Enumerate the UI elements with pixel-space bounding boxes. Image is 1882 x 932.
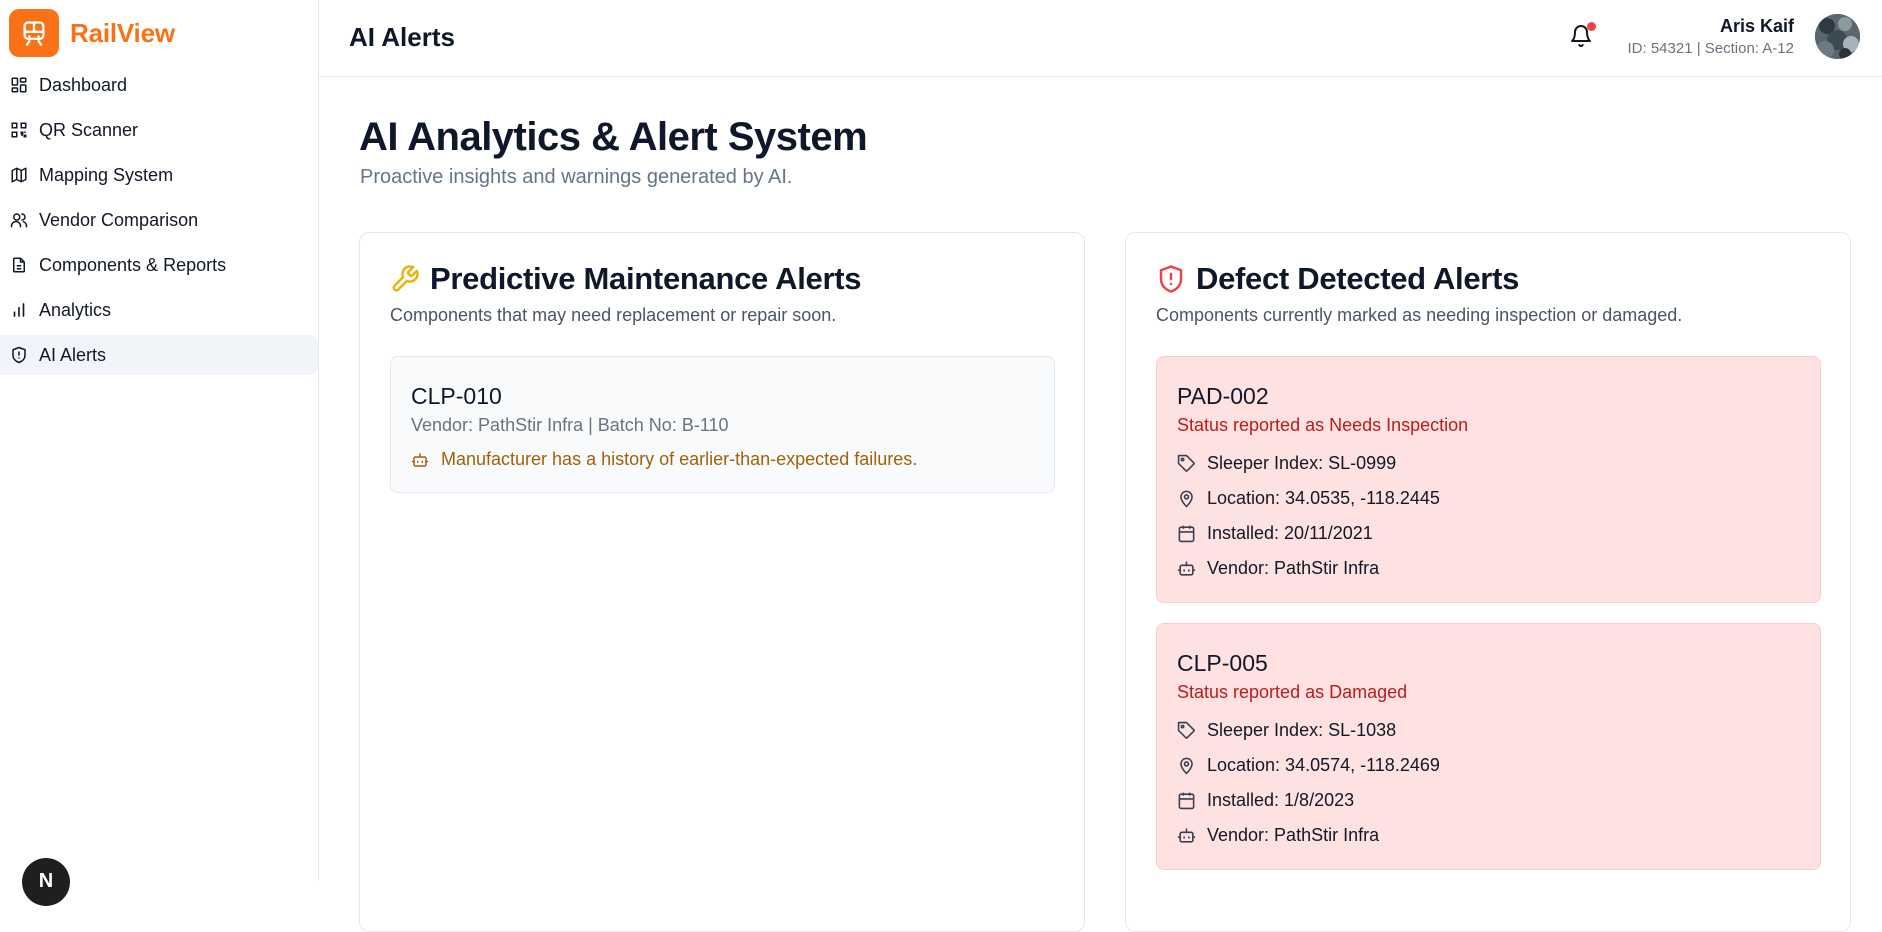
bot-icon — [1177, 828, 1196, 843]
sidebar-item-mapping-system[interactable]: Mapping System — [0, 155, 318, 195]
component-vendor-batch: Vendor: PathStir Infra | Batch No: B-110 — [411, 415, 729, 435]
sidebar-item-components-reports[interactable]: Components & Reports — [0, 245, 318, 285]
predictive-alert-card[interactable]: CLP-010 Vendor: PathStir Infra | Batch N… — [390, 356, 1055, 493]
panel-header: Defect Detected Alerts — [1156, 261, 1519, 297]
panel-header: Predictive Maintenance Alerts — [390, 261, 862, 297]
predictive-maintenance-panel: Predictive Maintenance Alerts Components… — [359, 232, 1085, 932]
sidebar-item-vendor-comparison[interactable]: Vendor Comparison — [0, 200, 318, 240]
component-code: PAD-002 — [1177, 383, 1269, 409]
grid-icon — [11, 77, 27, 93]
sidebar-item-qr-scanner[interactable]: QR Scanner — [0, 110, 318, 150]
sidebar-item-label: AI Alerts — [39, 344, 107, 365]
brand-name: RailView — [70, 17, 175, 48]
page-subtitle: Proactive insights and warnings generate… — [360, 166, 793, 188]
calendar-icon — [1178, 792, 1195, 810]
installed-row: Installed: 20/11/2021 — [1177, 523, 1373, 544]
location-row: Location: 34.0535, -118.2445 — [1177, 488, 1440, 509]
location: Location: 34.0535, -118.2445 — [1207, 488, 1440, 508]
map-icon — [11, 167, 27, 183]
defect-detected-panel: Defect Detected Alerts Components curren… — [1125, 232, 1851, 932]
sleeper-index: Sleeper Index: SL-1038 — [1207, 720, 1397, 740]
sidebar-item-dashboard[interactable]: Dashboard — [0, 65, 318, 105]
sleeper-row: Sleeper Index: SL-1038 — [1177, 720, 1396, 741]
shield-alert-icon — [1159, 265, 1183, 293]
brand[interactable]: RailView — [9, 9, 175, 57]
sidebar-item-label: Mapping System — [39, 164, 174, 185]
defect-alert-card[interactable]: CLP-005 Status reported as Damaged Sleep… — [1156, 623, 1821, 870]
sidebar-item-label: Analytics — [39, 299, 112, 320]
map-pin-icon — [1180, 490, 1193, 508]
page-title: AI Analytics & Alert System — [359, 115, 868, 159]
bar-chart-icon — [13, 303, 25, 317]
defect-alert-card[interactable]: PAD-002 Status reported as Needs Inspect… — [1156, 356, 1821, 603]
qr-icon — [11, 122, 27, 138]
map-pin-icon — [1180, 757, 1193, 775]
warning-text: Manufacturer has a history of earlier-th… — [441, 449, 918, 469]
sleeper-index: Sleeper Index: SL-0999 — [1207, 453, 1397, 473]
user-avatar[interactable] — [1815, 14, 1860, 59]
bot-icon — [411, 452, 429, 467]
vendor: Vendor: PathStir Infra — [1207, 558, 1380, 578]
panel-description: Components currently marked as needing i… — [1156, 305, 1683, 325]
sidebar: RailView Dashboard QR Scanner Mapping Sy… — [0, 0, 319, 906]
train-logo-icon — [9, 9, 59, 57]
sidebar-item-ai-alerts[interactable]: AI Alerts — [0, 335, 318, 375]
wrench-icon — [392, 265, 419, 292]
component-code: CLP-010 — [411, 383, 502, 409]
component-status: Status reported as Damaged — [1177, 682, 1408, 702]
tag-icon — [1177, 721, 1195, 739]
installed-row: Installed: 1/8/2023 — [1177, 790, 1354, 811]
component-status: Status reported as Needs Inspection — [1177, 415, 1469, 435]
header-title: AI Alerts — [349, 22, 455, 52]
file-icon — [13, 257, 25, 273]
top-header: AI Alerts Aris Kaif ID: 54321 | Section:… — [319, 0, 1882, 77]
user-name: Aris Kaif — [1719, 16, 1794, 36]
sidebar-nav: Dashboard QR Scanner Mapping System Vend… — [0, 65, 318, 380]
shield-alert-icon — [12, 346, 26, 364]
vendor-row: Vendor: PathStir Infra — [1177, 558, 1379, 579]
panel-title: Defect Detected Alerts — [1196, 261, 1520, 296]
component-code: CLP-005 — [1177, 650, 1268, 676]
avatar-initial: N — [38, 870, 54, 892]
sidebar-item-label: Components & Reports — [39, 254, 227, 275]
sleeper-row: Sleeper Index: SL-0999 — [1177, 453, 1396, 474]
notification-dot — [1587, 22, 1596, 31]
installed-date: Installed: 20/11/2021 — [1207, 523, 1373, 543]
tag-icon — [1177, 454, 1195, 472]
ai-warning: Manufacturer has a history of earlier-th… — [411, 449, 917, 470]
bot-icon — [1177, 561, 1196, 576]
panel-title: Predictive Maintenance Alerts — [430, 261, 862, 296]
users-icon — [10, 213, 28, 228]
location: Location: 34.0574, -118.2469 — [1207, 755, 1440, 775]
sidebar-item-analytics[interactable]: Analytics — [0, 290, 318, 330]
vendor-row: Vendor: PathStir Infra — [1177, 825, 1379, 846]
user-initial-avatar[interactable]: N — [22, 858, 70, 906]
location-row: Location: 34.0574, -118.2469 — [1177, 755, 1440, 776]
vendor: Vendor: PathStir Infra — [1207, 825, 1380, 845]
sidebar-item-label: Vendor Comparison — [39, 209, 199, 230]
sidebar-item-label: Dashboard — [39, 74, 128, 95]
panel-description: Components that may need replacement or … — [390, 305, 837, 325]
sidebar-item-label: QR Scanner — [39, 119, 139, 140]
user-meta: ID: 54321 | Section: A-12 — [1627, 40, 1794, 57]
installed-date: Installed: 1/8/2023 — [1207, 790, 1355, 810]
calendar-icon — [1178, 525, 1195, 543]
